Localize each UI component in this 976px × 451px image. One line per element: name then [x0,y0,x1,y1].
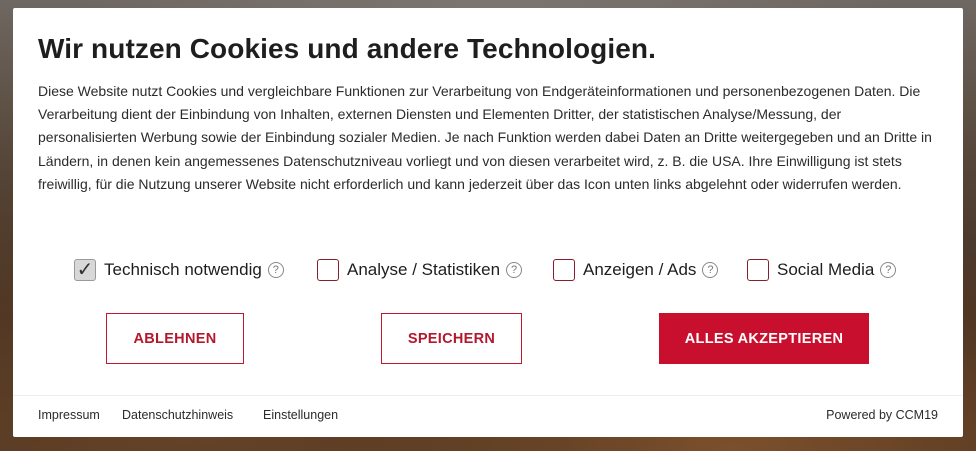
privacy-link[interactable]: Datenschutzhinweis [122,408,233,422]
consent-options: ✓ Technisch notwendig ? Analyse / Statis… [74,257,954,283]
checkmark-icon: ✓ [76,259,94,281]
option-label: Social Media [777,260,875,279]
accept-all-button[interactable]: ALLES AKZEPTIEREN [659,313,869,364]
option-anzeigen-ads[interactable]: Anzeigen / Ads ? [553,257,719,283]
help-icon[interactable]: ? [702,262,719,278]
help-icon[interactable]: ? [880,262,897,278]
option-label: Anzeigen / Ads [583,260,697,279]
dialog-title: Wir nutzen Cookies und andere Technologi… [38,33,657,64]
settings-link[interactable]: Einstellungen [263,408,338,422]
option-label: Analyse / Statistiken [347,260,501,279]
cookie-consent-dialog: Wir nutzen Cookies und andere Technologi… [13,8,963,437]
option-technisch-notwendig[interactable]: ✓ Technisch notwendig ? [74,257,284,283]
option-label: Technisch notwendig [104,260,262,279]
decline-button[interactable]: ABLEHNEN [106,313,244,364]
checkbox-analyse-statistiken[interactable] [317,259,339,281]
option-social-media[interactable]: Social Media ? [747,257,897,283]
powered-by-label: Powered by CCM19 [826,408,938,422]
dialog-footer: Impressum Datenschutzhinweis Einstellung… [13,395,963,437]
dialog-description: Diese Website nutzt Cookies und vergleic… [38,83,932,192]
option-analyse-statistiken[interactable]: Analyse / Statistiken ? [317,257,523,283]
help-icon[interactable]: ? [267,262,284,278]
checkbox-anzeigen-ads[interactable] [553,259,575,281]
checkbox-social-media[interactable] [747,259,769,281]
save-button[interactable]: SPEICHERN [381,313,522,364]
help-icon[interactable]: ? [506,262,523,278]
checkbox-technisch-notwendig[interactable]: ✓ [74,259,96,281]
impressum-link[interactable]: Impressum [38,408,100,422]
